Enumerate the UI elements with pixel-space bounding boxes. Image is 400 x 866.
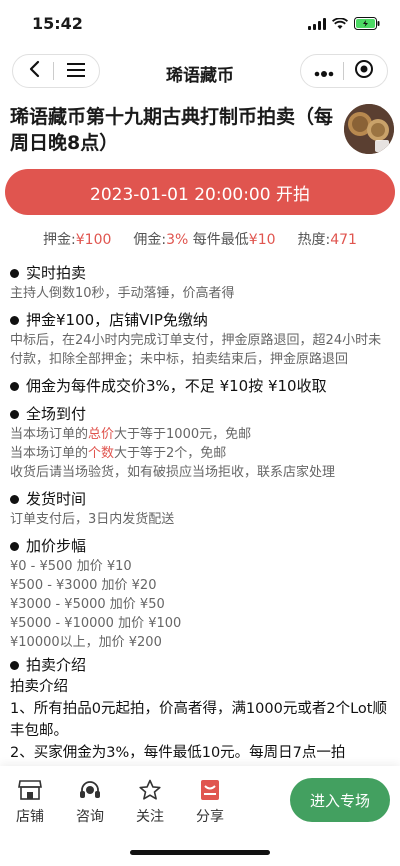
text-fragment: 大于等于1000元，免邮: [114, 427, 252, 442]
section-title: 佣金为每件成交价3%，不足 ¥10按 ¥10收取: [10, 375, 392, 397]
nav-right-capsule: [300, 54, 388, 88]
section-body: 中标后，在24小时内完成订单支付，押金原路退回，超24小时未付款，扣除全部押金；…: [10, 333, 382, 367]
stat-commission: 佣金:3% 每件最低¥10: [133, 229, 275, 249]
page-title: 琋语藏币第十九期古典打制币拍卖（每周日晚8点）: [10, 106, 334, 154]
shop-icon: [8, 778, 52, 802]
section-delivery: 发货时间 订单支付后，3日内发货配送: [10, 488, 392, 529]
section-title-text: 加价步幅: [26, 537, 87, 555]
section-increments: 加价步幅 ¥0 - ¥500 加价 ¥10 ¥500 - ¥3000 加价 ¥2…: [10, 535, 392, 652]
capsule-divider: [343, 62, 345, 80]
stat-min-value: ¥10: [248, 232, 276, 248]
section-commission: 佣金为每件成交价3%，不足 ¥10按 ¥10收取: [10, 375, 392, 397]
nav-bar: 琋语藏币: [0, 50, 400, 94]
section-title-text: 押金¥100，店铺VIP免缴纳: [26, 311, 208, 329]
increment-line: ¥0 - ¥500 加价 ¥10: [10, 559, 132, 574]
section-body-line: 当本场订单的总价大于等于1000元，免邮: [10, 425, 392, 444]
bullet-icon: [10, 268, 19, 278]
section-body-line: 收货后请当场验货，如有破损应当场拒收，联系店家处理: [10, 465, 336, 480]
auction-start-button[interactable]: 2023-01-01 20:00:00 开拍: [5, 169, 395, 215]
stat-deposit: 押金:¥100: [43, 229, 111, 249]
tab-follow[interactable]: 关注: [128, 778, 172, 826]
bullet-icon: [10, 494, 19, 504]
section-realtime: 实时拍卖 主持人倒数10秒，手动落锤，价高者得: [10, 262, 392, 303]
section-title-text: 拍卖介绍: [26, 656, 87, 674]
stat-heat-value: 471: [330, 232, 357, 248]
increment-line: ¥10000以上，加价 ¥200: [10, 635, 162, 650]
enter-session-button[interactable]: 进入专场: [290, 778, 390, 822]
text-fragment: 当本场订单的: [10, 427, 89, 442]
bullet-icon: [10, 660, 19, 670]
bullet-icon: [10, 541, 19, 551]
tab-label: 分享: [196, 809, 224, 825]
bottom-action-bar: 店铺 咨询 关注 分享 进入专场: [0, 766, 400, 866]
intro-line: 1、所有拍品0元起拍，价高者得，满1000元或者2个Lot顺丰包邮。: [10, 701, 387, 739]
status-bar: 15:42: [0, 0, 400, 46]
battery-icon: [354, 15, 380, 34]
section-title: 发货时间: [10, 488, 392, 510]
section-title: 拍卖介绍: [10, 654, 392, 676]
status-icons: [308, 15, 380, 34]
tab-label: 关注: [136, 809, 164, 825]
intro-line: 拍卖介绍: [10, 679, 68, 695]
section-body-line: 当本场订单的个数大于等于2个，免邮: [10, 444, 392, 463]
star-icon: [128, 778, 172, 802]
close-target-icon[interactable]: [354, 59, 374, 83]
increment-line: ¥3000 - ¥5000 加价 ¥50: [10, 597, 165, 612]
section-shipping-free: 全场到付 当本场订单的总价大于等于1000元，免邮 当本场订单的个数大于等于2个…: [10, 403, 392, 482]
section-intro: 拍卖介绍 拍卖介绍 1、所有拍品0元起拍，价高者得，满1000元或者2个Lot顺…: [10, 654, 392, 764]
bullet-icon: [10, 315, 19, 325]
stat-commission-label: 佣金:: [133, 232, 167, 248]
intro-line: 2、买家佣金为3%，每件最低10元。每周日7点一拍: [10, 745, 346, 761]
status-time: 15:42: [32, 14, 83, 33]
stat-deposit-label: 押金:: [43, 232, 76, 248]
shop-avatar[interactable]: [344, 104, 394, 154]
highlight-text: 总价: [88, 427, 115, 442]
auction-rules: 实时拍卖 主持人倒数10秒，手动落锤，价高者得 押金¥100，店铺VIP免缴纳 …: [10, 262, 392, 764]
increment-line: ¥5000 - ¥10000 加价 ¥100: [10, 616, 182, 631]
bullet-icon: [10, 381, 19, 391]
section-body: 主持人倒数10秒，手动落锤，价高者得: [10, 286, 235, 301]
home-indicator: [130, 850, 270, 855]
section-title-text: 佣金为每件成交价3%，不足 ¥10按 ¥10收取: [26, 377, 327, 395]
text-fragment: 大于等于2个，免邮: [114, 446, 227, 461]
stat-commission-value: 3%: [166, 232, 189, 248]
text-fragment: 当本场订单的: [10, 446, 89, 461]
stat-heat-label: 热度:: [297, 232, 331, 248]
section-title-text: 发货时间: [26, 490, 87, 508]
section-deposit: 押金¥100，店铺VIP免缴纳 中标后，在24小时内完成订单支付，押金原路退回，…: [10, 309, 392, 369]
section-title-text: 实时拍卖: [26, 264, 87, 282]
section-body: 订单支付后，3日内发货配送: [10, 512, 175, 527]
tab-label: 咨询: [76, 809, 104, 825]
tab-share[interactable]: 分享: [188, 778, 232, 826]
section-title: 实时拍卖: [10, 262, 392, 284]
increment-line: ¥500 - ¥3000 加价 ¥20: [10, 578, 157, 593]
auction-stats: 押金:¥100 佣金:3% 每件最低¥10 热度:471: [0, 229, 400, 249]
stat-min-label: 每件最低: [192, 232, 249, 248]
tab-consult[interactable]: 咨询: [68, 778, 112, 826]
section-title: 加价步幅: [10, 535, 392, 557]
tab-shop[interactable]: 店铺: [8, 778, 52, 826]
stat-deposit-value: ¥100: [75, 232, 112, 248]
stat-heat: 热度:471: [298, 229, 357, 249]
tab-label: 店铺: [16, 809, 44, 825]
signal-icon: [308, 15, 326, 34]
wifi-icon: [331, 15, 349, 34]
bullet-icon: [10, 409, 19, 419]
section-title-text: 全场到付: [26, 405, 87, 423]
section-title: 押金¥100，店铺VIP免缴纳: [10, 309, 392, 331]
share-icon: [188, 778, 232, 802]
section-title: 全场到付: [10, 403, 392, 425]
more-icon[interactable]: [314, 62, 334, 81]
highlight-text: 个数: [88, 446, 115, 461]
headset-icon: [68, 778, 112, 802]
